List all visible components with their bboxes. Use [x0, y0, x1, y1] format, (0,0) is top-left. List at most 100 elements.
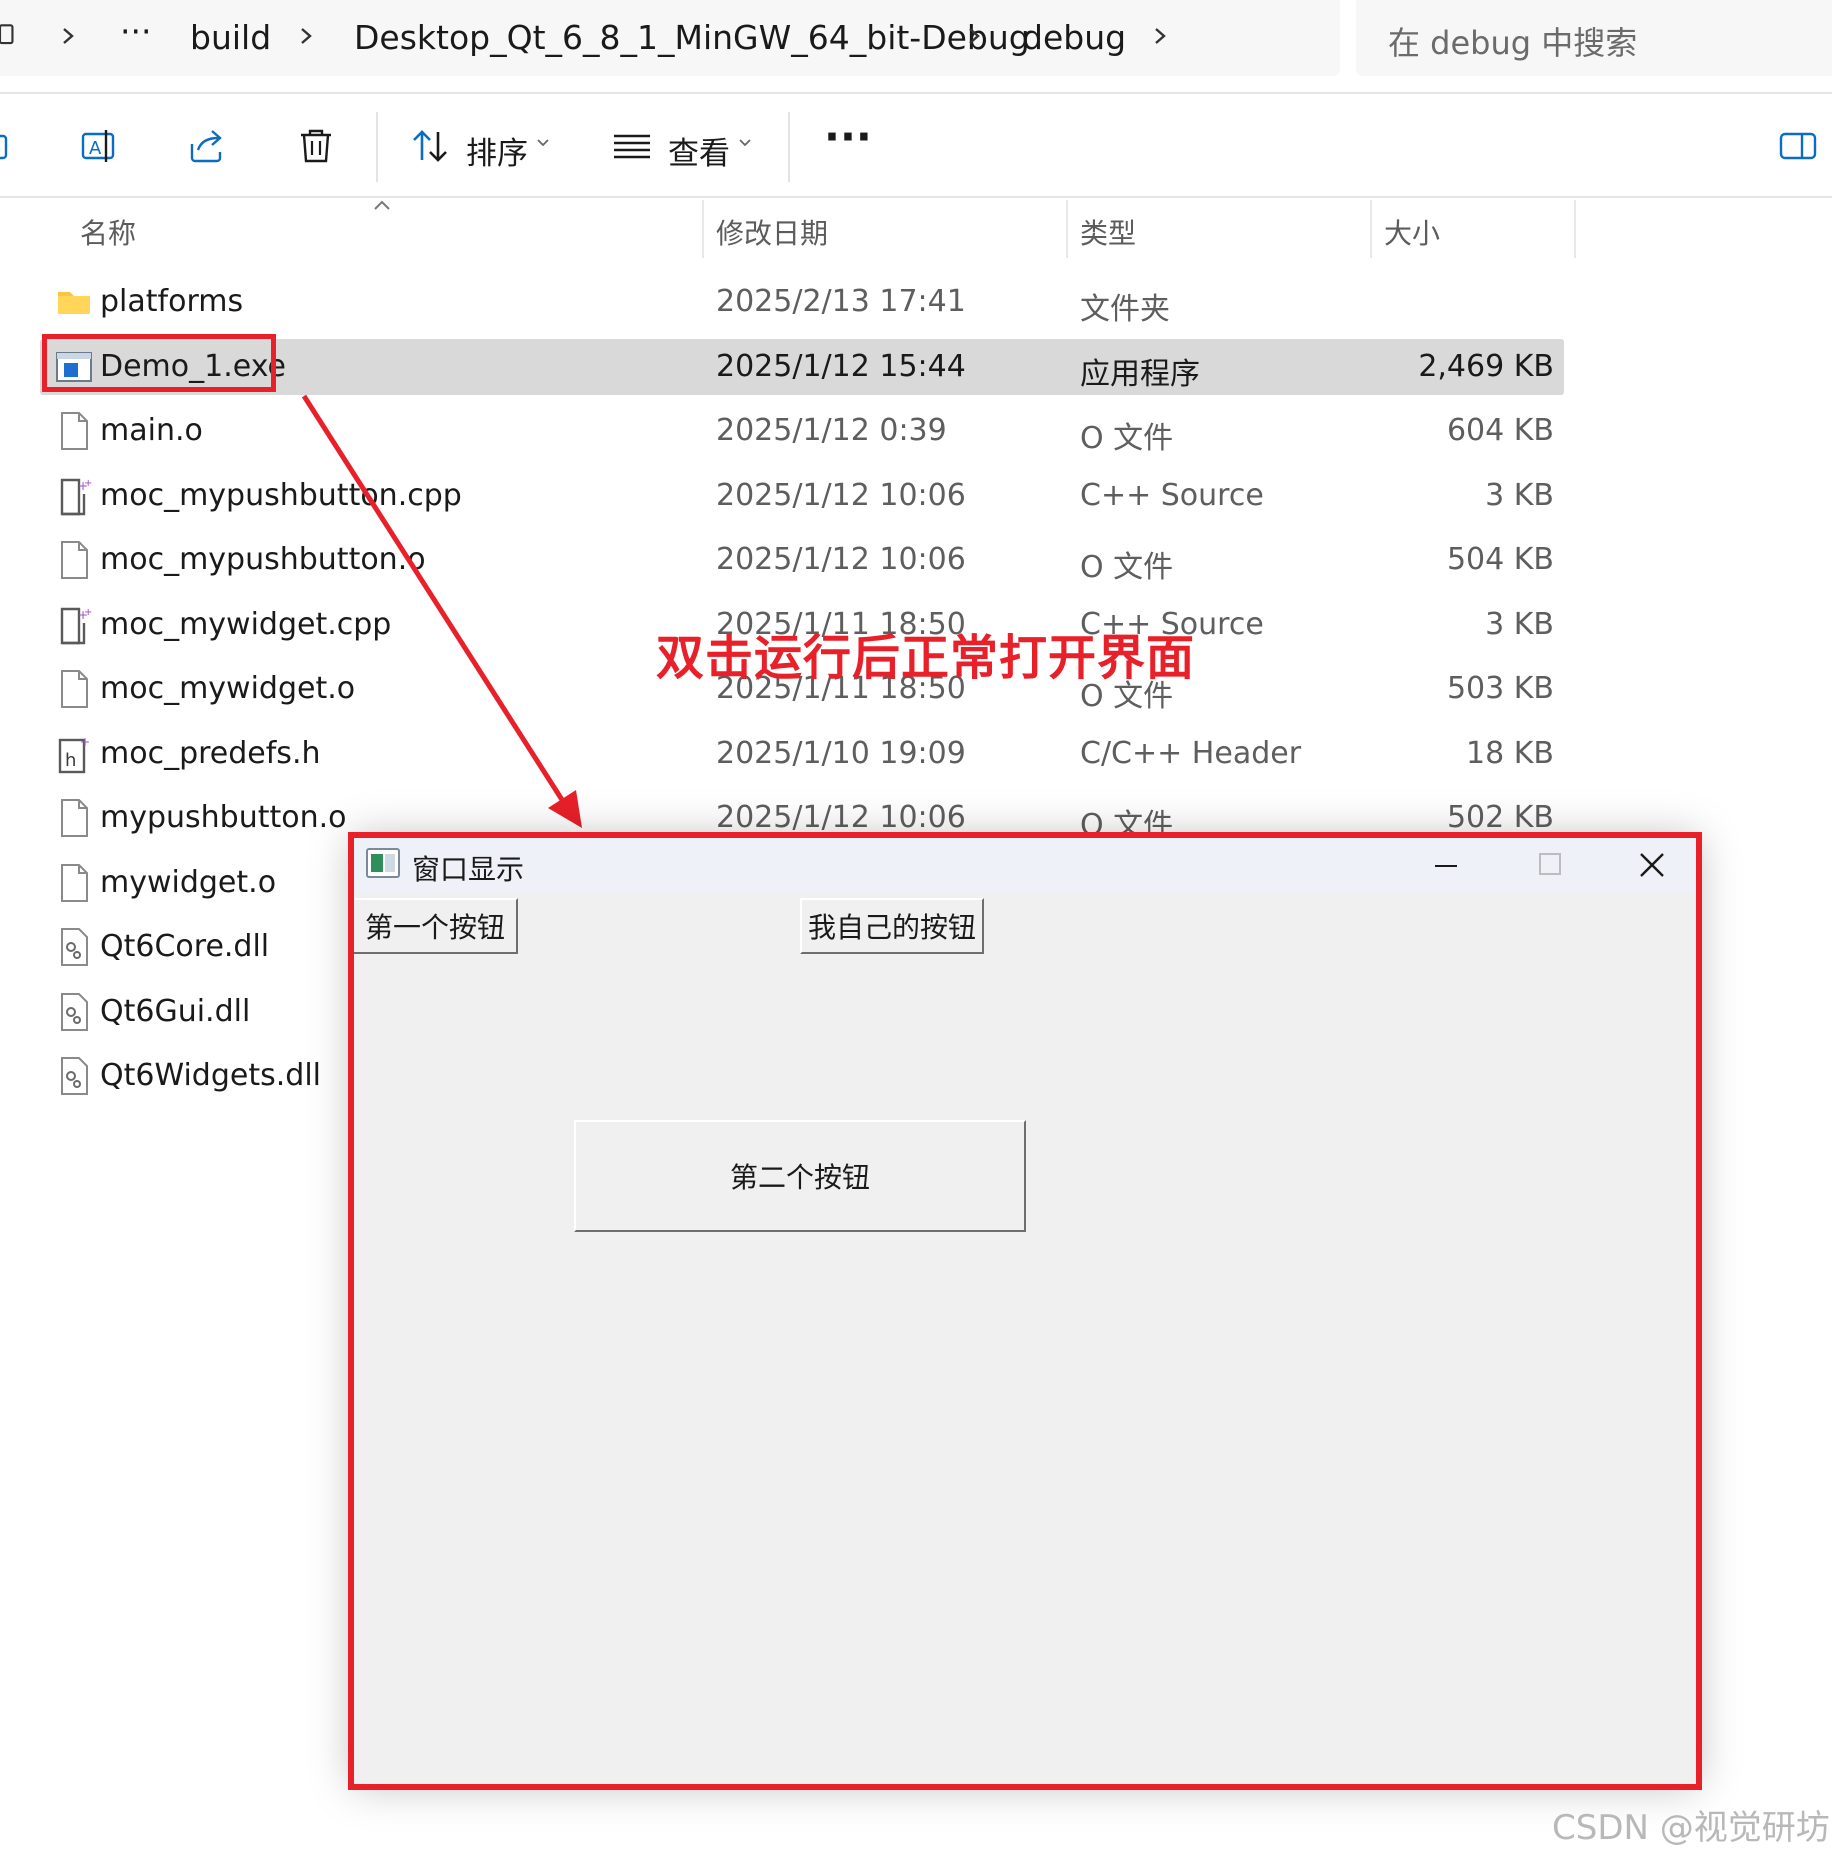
breadcrumb-item-debug[interactable]: debug — [1022, 18, 1126, 57]
command-bar: A 排序 查看 ··· — [0, 94, 1832, 196]
file-size: 504 KB — [1446, 542, 1554, 577]
app-icon — [366, 848, 400, 878]
divider — [0, 196, 1832, 198]
delete-icon[interactable] — [296, 126, 336, 166]
file-icon — [56, 863, 92, 903]
file-icon — [56, 540, 92, 580]
view-button[interactable]: 查看 — [668, 128, 730, 173]
file-size: 604 KB — [1446, 413, 1554, 448]
svg-text:+: + — [84, 478, 92, 489]
file-icon — [56, 798, 92, 838]
details-pane-icon[interactable] — [1778, 126, 1818, 166]
file-date: 2025/2/13 17:41 — [716, 284, 966, 319]
file-date: 2025/1/12 0:39 — [716, 413, 947, 448]
folder-icon — [56, 282, 92, 322]
chevron-right-icon[interactable] — [1152, 22, 1168, 50]
qt-window[interactable]: 窗口显示 第一个按钮 我自己的按钮 第二个按钮 — [352, 836, 1698, 1786]
breadcrumb-item-desktop-qt[interactable]: Desktop_Qt_6_8_1_MinGW_64_bit-Debug — [354, 18, 1030, 57]
file-size: 3 KB — [1485, 477, 1554, 513]
column-header-type[interactable]: 类型 — [1080, 212, 1136, 252]
svg-text:A: A — [89, 138, 102, 159]
file-type: O 文件 — [1080, 550, 1174, 585]
more-options-button[interactable]: ··· — [824, 112, 872, 161]
first-button[interactable]: 第一个按钮 — [352, 898, 518, 954]
sort-ascending-icon — [374, 200, 390, 210]
file-type: C++ Source — [1080, 477, 1264, 513]
file-name: platforms — [100, 284, 244, 319]
qt-title-bar[interactable]: 窗口显示 — [352, 836, 1698, 894]
annotation-text: 双击运行后正常打开界面 — [656, 630, 1196, 686]
column-divider[interactable] — [1066, 200, 1068, 258]
svg-text:+: + — [84, 607, 92, 618]
breadcrumb-item-build[interactable]: build — [190, 18, 271, 57]
sort-icon[interactable] — [410, 126, 450, 166]
close-icon[interactable] — [1622, 842, 1682, 888]
file-type: 文件夹 — [1080, 292, 1170, 327]
file-row[interactable]: platforms 2025/2/13 17:41 文件夹 — [40, 274, 1564, 330]
file-name: Qt6Widgets.dll — [100, 1058, 321, 1093]
dll-file-icon — [56, 1056, 92, 1096]
sort-button[interactable]: 排序 — [466, 128, 528, 173]
dll-file-icon — [56, 927, 92, 967]
file-date: 2025/1/12 15:44 — [716, 348, 966, 384]
file-name: moc_mywidget.cpp — [100, 606, 392, 642]
column-divider[interactable] — [702, 200, 704, 258]
file-name: moc_mypushbutton.cpp — [100, 477, 462, 513]
file-name: main.o — [100, 413, 203, 448]
file-name: moc_predefs.h — [100, 735, 321, 771]
column-divider[interactable] — [1574, 200, 1576, 258]
chevron-right-icon[interactable] — [298, 22, 314, 50]
file-date: 2025/1/12 10:06 — [716, 542, 966, 577]
search-input[interactable]: 在 debug 中搜索 — [1356, 0, 1832, 76]
maximize-icon[interactable] — [1520, 842, 1580, 888]
watermark: CSDN @视觉研坊 — [1552, 1808, 1830, 1848]
file-name: Qt6Core.dll — [100, 929, 270, 964]
chevron-right-icon[interactable] — [60, 22, 76, 50]
column-header-size[interactable]: 大小 — [1384, 212, 1440, 252]
file-row[interactable]: + + moc_mypushbutton.cpp 2025/1/12 10:06 C++… — [40, 468, 1564, 524]
breadcrumb-ellipsis[interactable]: ··· — [120, 12, 151, 51]
toolbar-separator — [376, 112, 378, 182]
address-bar[interactable]: ··· build Desktop_Qt_6_8_1_MinGW_64_bit-… — [0, 0, 1340, 76]
header-file-icon: h + — [56, 734, 92, 774]
highlight-box — [42, 334, 276, 392]
chevron-down-icon[interactable] — [536, 138, 550, 148]
svg-text:+: + — [80, 735, 90, 749]
file-type: C/C++ Header — [1080, 735, 1302, 771]
rename-icon[interactable]: A — [80, 126, 120, 166]
file-size: 2,469 KB — [1418, 348, 1554, 384]
file-type: 应用程序 — [1080, 356, 1200, 392]
column-header-date[interactable]: 修改日期 — [716, 212, 828, 252]
file-row[interactable]: h + moc_predefs.h 2025/1/10 19:09 C/C++ Head… — [40, 726, 1564, 782]
file-name: Qt6Gui.dll — [100, 993, 251, 1029]
file-name: mywidget.o — [100, 864, 277, 900]
view-icon[interactable] — [612, 126, 652, 166]
file-type: O 文件 — [1080, 421, 1174, 456]
file-size: 3 KB — [1485, 606, 1554, 642]
column-divider[interactable] — [1370, 200, 1372, 258]
column-header-name[interactable]: 名称 — [80, 212, 136, 252]
search-placeholder: 在 debug 中搜索 — [1388, 24, 1638, 62]
second-button[interactable]: 第二个按钮 — [574, 1120, 1026, 1232]
file-size: 502 KB — [1446, 800, 1554, 835]
file-row[interactable]: main.o 2025/1/12 0:39 O 文件 604 KB — [40, 403, 1564, 459]
cpp-file-icon: + + — [56, 476, 92, 516]
svg-text:h: h — [65, 750, 76, 771]
toolbar-separator — [788, 112, 790, 182]
file-name: moc_mywidget.o — [100, 671, 356, 706]
chevron-down-icon[interactable] — [738, 138, 752, 148]
file-date: 2025/1/12 10:06 — [716, 800, 966, 835]
file-date: 2025/1/12 10:06 — [716, 477, 966, 513]
file-size: 18 KB — [1466, 735, 1554, 771]
minimize-icon[interactable] — [1416, 842, 1476, 888]
file-name: moc_mypushbutton.o — [100, 542, 426, 577]
file-size: 503 KB — [1446, 671, 1554, 706]
chevron-right-icon[interactable] — [966, 22, 982, 50]
my-own-button[interactable]: 我自己的按钮 — [800, 898, 984, 954]
file-name: mypushbutton.o — [100, 800, 347, 835]
share-icon[interactable] — [188, 126, 228, 166]
cpp-file-icon: + + — [56, 605, 92, 645]
file-row[interactable]: moc_mypushbutton.o 2025/1/12 10:06 O 文件 504… — [40, 532, 1564, 588]
copy-icon[interactable] — [0, 126, 20, 166]
file-date: 2025/1/10 19:09 — [716, 735, 966, 771]
